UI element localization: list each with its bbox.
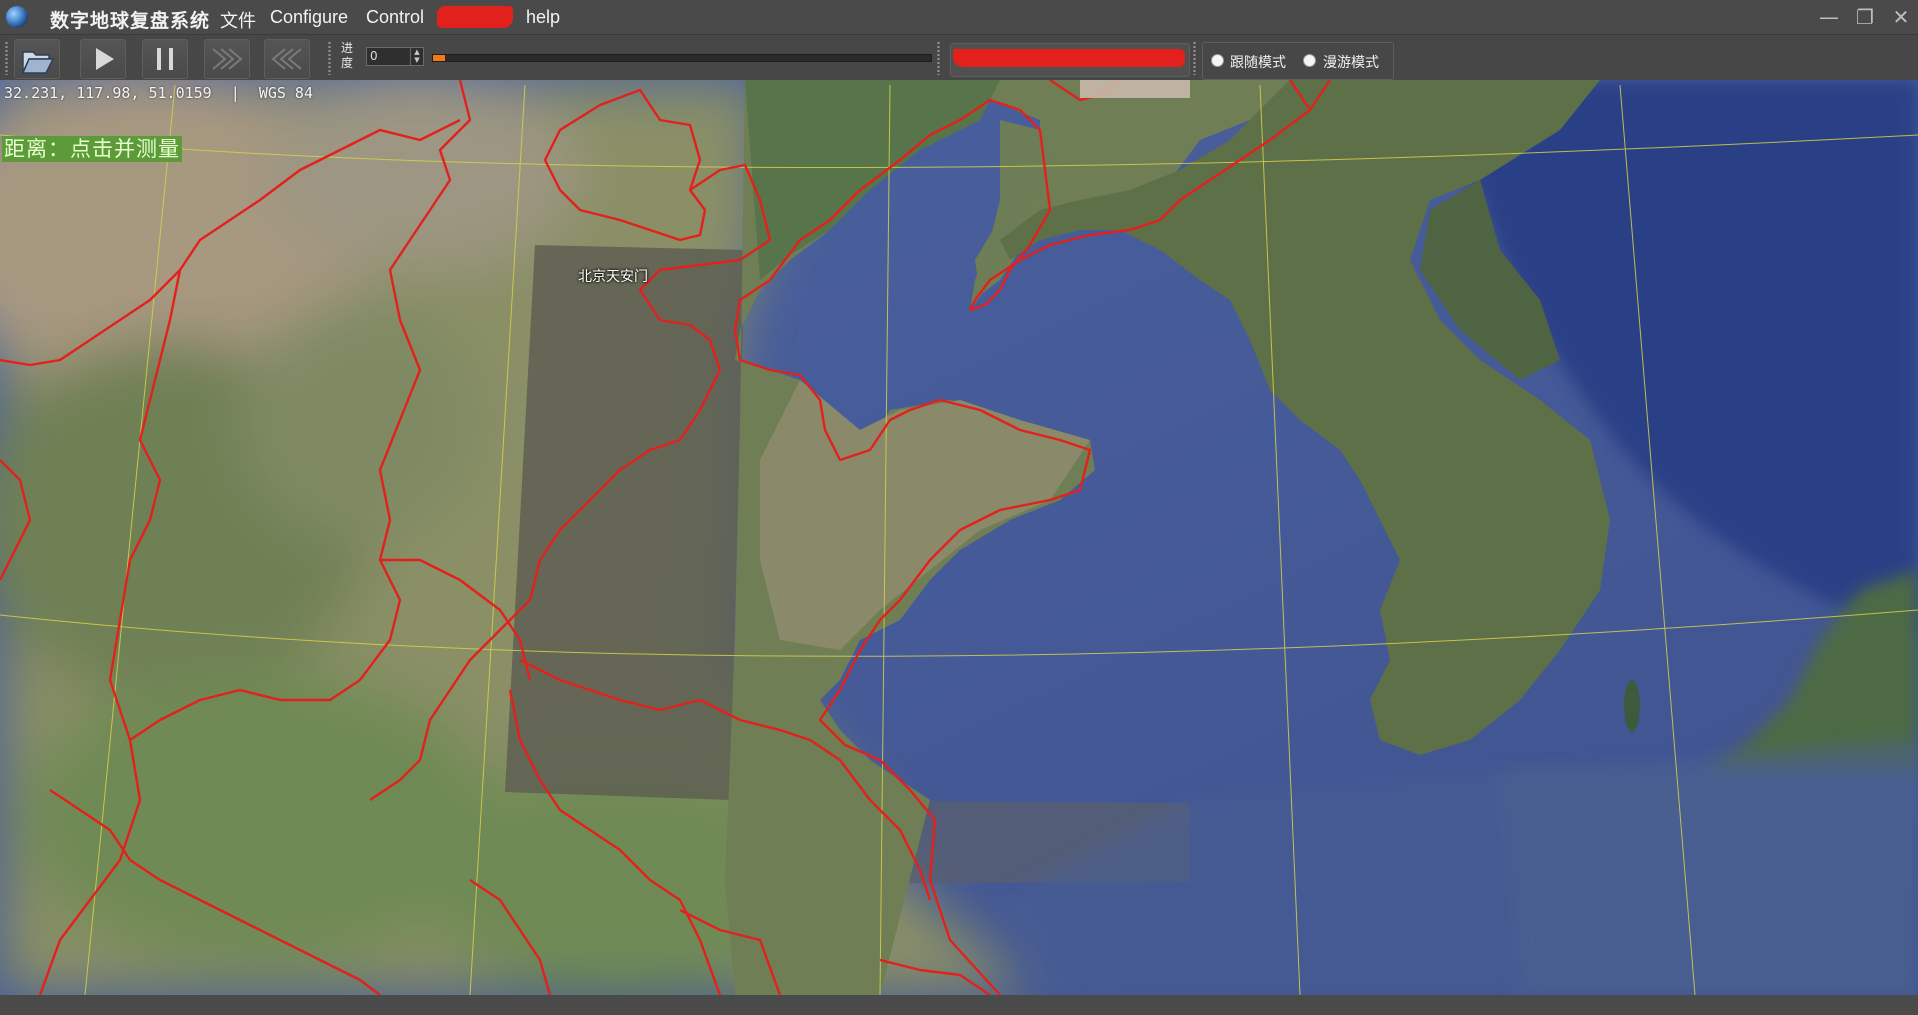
progress-slider[interactable] (432, 54, 932, 62)
redacted-control[interactable] (950, 43, 1190, 77)
toolbar-grip[interactable] (937, 41, 940, 75)
coordinate-readout: 32.231, 117.98, 51.0159 | WGS 84 (4, 84, 313, 102)
title-bar: 数字地球复盘系统 文件 Configure Control help — ❐ ✕ (0, 0, 1918, 34)
open-button[interactable] (14, 39, 60, 79)
island (1624, 680, 1640, 732)
globe-map-view[interactable]: 北京天安门 (0, 80, 1918, 995)
cursor-coordinates: 32.231, 117.98, 51.0159 (4, 84, 212, 102)
place-label: 北京天安门 (578, 269, 648, 285)
progress-spinbox[interactable]: 0 ▲ ▼ (366, 47, 424, 66)
close-button[interactable]: ✕ (1888, 6, 1914, 28)
toolbar-grip[interactable] (1193, 41, 1196, 75)
menu-item-redacted[interactable] (437, 6, 513, 28)
app-title: 数字地球复盘系统 (50, 10, 211, 32)
restore-button[interactable]: ❐ (1852, 6, 1878, 28)
folder-open-icon (21, 51, 55, 74)
roam-mode-radio[interactable] (1303, 54, 1316, 67)
play-icon (96, 48, 114, 70)
progress-value: 0 (370, 49, 378, 63)
fast-forward-button[interactable] (204, 39, 250, 79)
roam-mode-label[interactable]: 漫游模式 (1323, 52, 1379, 72)
play-button[interactable] (80, 39, 126, 79)
imagery-strip-overlay (505, 245, 745, 800)
pause-button[interactable] (142, 39, 188, 79)
follow-mode-label[interactable]: 跟随模式 (1230, 52, 1286, 72)
toolbar-grip[interactable] (5, 41, 8, 75)
map-canvas (0, 80, 1918, 995)
redaction-mark (953, 49, 1185, 67)
readout-separator: | (230, 84, 240, 102)
toolbar-grip[interactable] (328, 41, 331, 75)
globe-icon (6, 6, 28, 28)
view-mode-group: 跟随模式 漫游模式 (1202, 42, 1394, 80)
menu-file[interactable]: 文件 (220, 7, 256, 33)
progress-label: 进度 (341, 41, 354, 70)
rewind-icon (271, 48, 302, 70)
follow-mode-radio[interactable] (1211, 54, 1224, 67)
fast-forward-icon (212, 48, 243, 70)
progress-slider-handle[interactable] (433, 55, 446, 61)
pause-icon (157, 48, 173, 70)
imagery-patch (1080, 80, 1190, 98)
datum-label: WGS 84 (258, 84, 313, 102)
minimize-button[interactable]: — (1816, 6, 1842, 28)
menu-control[interactable]: Control (366, 7, 424, 28)
menu-help[interactable]: help (526, 7, 560, 28)
distance-measure-label[interactable]: 距离：点击并测量 (2, 136, 182, 162)
toolbar: 进度 0 ▲ ▼ 跟随模式 漫游模式 (0, 34, 1918, 81)
status-bar (0, 995, 1918, 1015)
spin-arrows[interactable]: ▲ ▼ (410, 48, 423, 65)
menu-configure[interactable]: Configure (270, 7, 348, 28)
rewind-button[interactable] (264, 39, 310, 79)
